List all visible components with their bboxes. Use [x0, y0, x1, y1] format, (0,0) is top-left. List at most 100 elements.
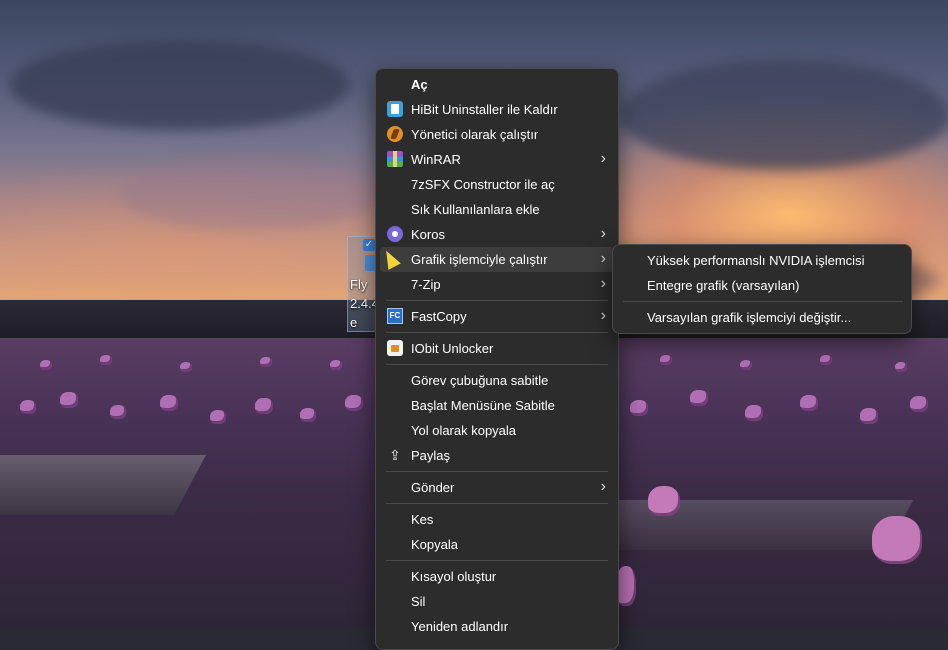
- wallpaper-tulip: [910, 396, 928, 412]
- menu-item-delete[interactable]: Sil: [380, 589, 614, 614]
- menu-item-winrar[interactable]: WinRAR ›: [380, 147, 614, 172]
- menu-item-7zsfx[interactable]: 7zSFX Constructor ile aç: [380, 172, 614, 197]
- menu-item-rename[interactable]: Yeniden adlandır: [380, 614, 614, 639]
- menu-item-label: Kopyala: [411, 537, 458, 552]
- wallpaper-tulip: [210, 410, 226, 424]
- wallpaper-tulip: [60, 392, 78, 408]
- wallpaper-tulip: [100, 355, 112, 365]
- menu-item-run-with-gpu[interactable]: Grafik işlemciyle çalıştır ›: [380, 247, 614, 272]
- menu-item-cut[interactable]: Kes: [380, 507, 614, 532]
- submenu-item-label: Yüksek performanslı NVIDIA işlemcisi: [647, 253, 865, 268]
- wallpaper-tulip: [660, 355, 672, 365]
- wallpaper-tulip: [860, 408, 878, 424]
- submenu-item-label: Entegre grafik (varsayılan): [647, 278, 800, 293]
- iobit-unlocker-icon: [387, 340, 403, 356]
- menu-item-copy-as-path[interactable]: Yol olarak kopyala: [380, 418, 614, 443]
- wallpaper-tulip: [740, 360, 752, 370]
- menu-item-label: 7-Zip: [411, 277, 441, 292]
- menu-separator: [386, 300, 608, 301]
- menu-item-label: Yönetici olarak çalıştır: [411, 127, 539, 142]
- wallpaper-tulip: [40, 360, 52, 370]
- menu-item-send-to[interactable]: Gönder ›: [380, 475, 614, 500]
- submenu-item-nvidia-gpu[interactable]: Yüksek performanslı NVIDIA işlemcisi: [617, 248, 907, 273]
- wallpaper-tulip: [20, 400, 36, 414]
- menu-item-add-favorites[interactable]: Sık Kullanılanlara ekle: [380, 197, 614, 222]
- desktop-icon-label-line: Fly: [350, 277, 368, 292]
- submenu-item-integrated-gpu[interactable]: Entegre grafik (varsayılan): [617, 273, 907, 298]
- menu-item-share[interactable]: ⇪ Paylaş: [380, 443, 614, 468]
- menu-separator: [386, 471, 608, 472]
- menu-item-7zip[interactable]: 7-Zip ›: [380, 272, 614, 297]
- menu-item-open[interactable]: Aç: [380, 72, 614, 97]
- menu-item-label: WinRAR: [411, 152, 461, 167]
- wallpaper-cloud: [10, 40, 350, 130]
- selection-checkbox-icon[interactable]: ✓: [363, 239, 375, 251]
- menu-item-label: HiBit Uninstaller ile Kaldır: [411, 102, 558, 117]
- chevron-right-icon: ›: [600, 250, 606, 267]
- menu-item-label: IObit Unlocker: [411, 341, 494, 356]
- menu-item-label: Başlat Menüsüne Sabitle: [411, 398, 555, 413]
- wallpaper-tulip: [160, 395, 178, 411]
- run-as-admin-icon: [387, 126, 403, 142]
- menu-item-label: FastCopy: [411, 309, 467, 324]
- menu-separator: [386, 332, 608, 333]
- chevron-right-icon: ›: [600, 225, 606, 242]
- menu-item-pin-taskbar[interactable]: Görev çubuğuna sabitle: [380, 368, 614, 393]
- menu-item-run-as-admin[interactable]: Yönetici olarak çalıştır: [380, 122, 614, 147]
- wallpaper-tulip: [895, 362, 907, 372]
- wallpaper-tulip: [872, 516, 922, 564]
- menu-item-koros[interactable]: Koros ›: [380, 222, 614, 247]
- wallpaper-tulip: [648, 486, 680, 516]
- wallpaper-tulip: [300, 408, 316, 422]
- wallpaper-tulip: [745, 405, 763, 421]
- menu-item-label: Kes: [411, 512, 434, 527]
- gpu-submenu: Yüksek performanslı NVIDIA işlemcisi Ent…: [612, 244, 912, 334]
- wallpaper-tulip: [800, 395, 818, 411]
- menu-item-label: Sık Kullanılanlara ekle: [411, 202, 540, 217]
- wallpaper-tulip: [345, 395, 363, 411]
- wallpaper-path: [0, 455, 206, 515]
- chevron-right-icon: ›: [600, 150, 606, 167]
- chevron-right-icon: ›: [600, 275, 606, 292]
- menu-item-fastcopy[interactable]: FC FastCopy ›: [380, 304, 614, 329]
- hibit-uninstaller-icon: [387, 101, 403, 117]
- menu-item-label: Grafik işlemciyle çalıştır: [411, 252, 548, 267]
- menu-separator: [386, 364, 608, 365]
- wallpaper-tulip: [690, 390, 708, 406]
- menu-item-label: 7zSFX Constructor ile aç: [411, 177, 555, 192]
- wallpaper-path: [586, 500, 914, 550]
- menu-item-label: Yeniden adlandır: [411, 619, 509, 634]
- menu-item-label: Gönder: [411, 480, 455, 495]
- menu-item-label: Kısayol oluştur: [411, 569, 497, 584]
- menu-separator: [386, 503, 608, 504]
- menu-item-iobit-unlocker[interactable]: IObit Unlocker: [380, 336, 614, 361]
- menu-item-copy[interactable]: Kopyala: [380, 532, 614, 557]
- wallpaper-tulip: [820, 355, 832, 365]
- menu-separator: [386, 560, 608, 561]
- menu-item-label: Görev çubuğuna sabitle: [411, 373, 549, 388]
- share-icon: ⇪: [389, 447, 401, 463]
- wallpaper-tulip: [180, 362, 192, 372]
- menu-item-pin-start[interactable]: Başlat Menüsüne Sabitle: [380, 393, 614, 418]
- chevron-right-icon: ›: [600, 478, 606, 495]
- menu-item-label: Paylaş: [411, 448, 451, 463]
- wallpaper-cloud: [620, 60, 948, 170]
- menu-item-hibit-uninstall[interactable]: HiBit Uninstaller ile Kaldır: [380, 97, 614, 122]
- wallpaper-tulip: [330, 360, 342, 370]
- menu-item-label: Koros: [411, 227, 445, 242]
- submenu-item-label: Varsayılan grafik işlemciyi değiştir...: [647, 310, 852, 325]
- menu-item-create-shortcut[interactable]: Kısayol oluştur: [380, 564, 614, 589]
- submenu-item-change-default-gpu[interactable]: Varsayılan grafik işlemciyi değiştir...: [617, 305, 907, 330]
- winrar-icon: [387, 151, 403, 167]
- wallpaper-cloud: [120, 160, 380, 230]
- desktop-icon-label-line: e: [350, 315, 358, 330]
- wallpaper-tulip: [255, 398, 273, 414]
- menu-item-label: Sil: [411, 594, 426, 609]
- menu-separator: [623, 301, 903, 302]
- chevron-right-icon: ›: [600, 307, 606, 324]
- fastcopy-icon: FC: [387, 308, 403, 324]
- menu-item-label: Yol olarak kopyala: [411, 423, 517, 438]
- wallpaper-tulip: [616, 566, 636, 606]
- wallpaper-tulip: [630, 400, 648, 416]
- menu-item-label: Aç: [411, 77, 428, 92]
